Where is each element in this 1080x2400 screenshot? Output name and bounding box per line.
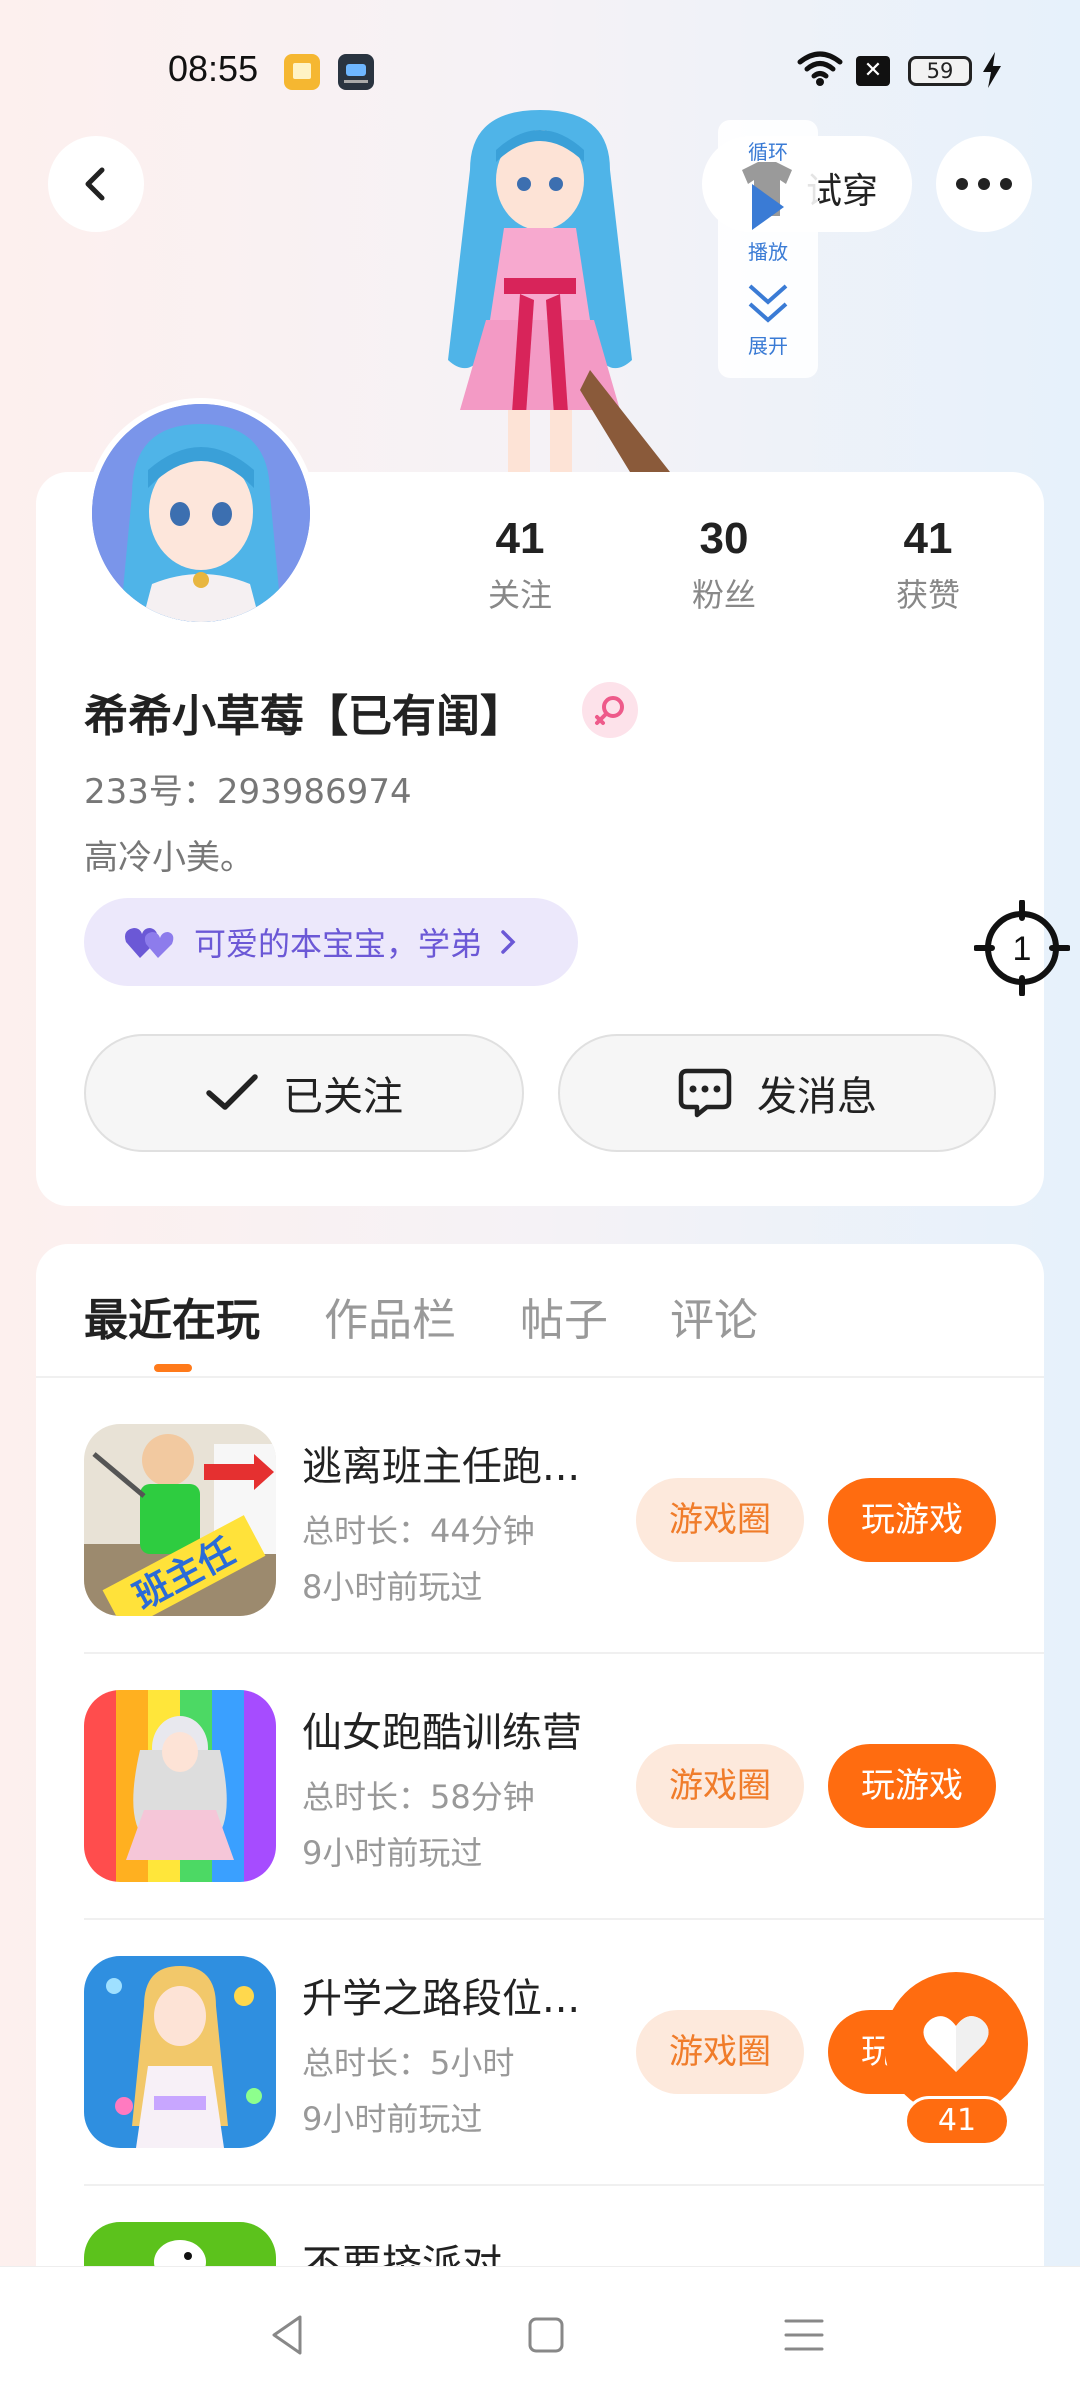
animation-player-panel: 循环 播放 展开	[718, 120, 818, 378]
active-tab-indicator	[154, 1364, 192, 1372]
relation-tag-button[interactable]: 可爱的本宝宝，学弟	[84, 898, 578, 986]
game-circle-button[interactable]: 游戏圈	[636, 2010, 804, 2094]
reader-app-icon	[284, 54, 320, 90]
play-game-button[interactable]: 玩游戏	[828, 1744, 996, 1828]
row-divider	[84, 1652, 1044, 1654]
game-duration: 总时长：58分钟	[302, 1778, 535, 1816]
stat-likes-value: 41	[903, 514, 953, 563]
game-title: 升学之路段位...	[302, 1976, 581, 2022]
game-thumbnail[interactable]	[84, 1956, 276, 2148]
play-icon[interactable]	[748, 182, 788, 232]
play-label[interactable]: 播放	[718, 236, 818, 265]
row-divider	[84, 2184, 1044, 2186]
chat-bubble-icon	[678, 1068, 732, 1118]
stat-following-value: 41	[495, 514, 545, 563]
stat-followers-value: 30	[699, 514, 749, 563]
list-item[interactable]: 仙女跑酷训练营 总时长：58分钟 9小时前玩过 游戏圈 玩游戏	[84, 1690, 1044, 1882]
wifi-icon	[797, 51, 843, 86]
game-circle-button[interactable]: 游戏圈	[636, 1744, 804, 1828]
play-game-button[interactable]: 玩游戏	[828, 1478, 996, 1562]
stat-following-label: 关注	[487, 576, 552, 614]
bio: 高冷小美。	[84, 838, 254, 878]
chevron-right-icon	[501, 930, 516, 954]
like-count-badge: 41	[904, 2096, 1010, 2146]
checkmark-icon	[206, 1074, 258, 1110]
tab-recently-played[interactable]: 最近在玩	[84, 1284, 260, 1348]
followed-label: 已关注	[283, 1074, 403, 1120]
list-item[interactable]: 不要挤派对	[84, 2222, 1044, 2266]
avatar-character-image[interactable]	[400, 110, 680, 472]
like-button[interactable]	[884, 1972, 1028, 2116]
female-gender-icon	[582, 682, 638, 738]
status-time: 08:55	[168, 48, 259, 89]
expand-label[interactable]: 展开	[718, 330, 818, 359]
game-title: 逃离班主任跑...	[302, 1444, 581, 1490]
system-navigation-bar	[0, 2266, 1080, 2400]
expand-chevrons-icon[interactable]	[744, 280, 792, 328]
close-box-icon: ✕	[856, 56, 890, 86]
tab-posts[interactable]: 帖子	[520, 1284, 608, 1348]
stat-likes-label: 获赞	[895, 576, 960, 614]
game-last-played: 9小时前玩过	[302, 2100, 483, 2138]
double-heart-icon	[125, 928, 174, 958]
game-app-icon	[338, 54, 374, 90]
tab-works[interactable]: 作品栏	[324, 1284, 456, 1348]
row-divider	[84, 1918, 1044, 1920]
back-button[interactable]	[48, 136, 144, 232]
more-button[interactable]	[936, 136, 1032, 232]
relation-tag-label: 可爱的本宝宝，学弟	[194, 925, 483, 963]
list-item[interactable]: 班主任 逃离班主任跑... 总时长：44分钟 8小时前玩过 游戏圈 玩游戏	[84, 1424, 1044, 1616]
tab-divider	[36, 1376, 1044, 1378]
game-duration: 总时长：5小时	[302, 2044, 515, 2082]
game-thumbnail[interactable]	[84, 1690, 276, 1882]
user-id: 233号：293986974	[84, 772, 412, 812]
stat-following[interactable]: 41 关注	[440, 514, 600, 616]
battery-icon: 59	[908, 56, 972, 86]
avatar[interactable]	[86, 398, 316, 628]
crosshair-target-icon[interactable]: 1	[974, 900, 1070, 996]
game-circle-button[interactable]: 游戏圈	[636, 1478, 804, 1562]
game-thumbnail[interactable]: 班主任	[84, 1424, 276, 1616]
stat-followers-label: 粉丝	[691, 576, 756, 614]
more-dots-icon	[956, 178, 1012, 190]
game-duration: 总时长：44分钟	[302, 1512, 535, 1550]
send-message-button[interactable]: 发消息	[558, 1034, 996, 1152]
nav-home-icon[interactable]	[522, 2311, 570, 2359]
nav-back-icon[interactable]	[264, 2311, 312, 2359]
game-thumbnail[interactable]	[84, 2222, 276, 2266]
chevron-left-icon	[85, 167, 105, 201]
tab-comments[interactable]: 评论	[670, 1284, 758, 1348]
username: 希希小草莓【已有闺】	[84, 691, 524, 742]
followed-button[interactable]: 已关注	[84, 1034, 524, 1152]
game-title: 仙女跑酷训练营	[302, 1710, 582, 1756]
game-last-played: 9小时前玩过	[302, 1834, 483, 1872]
heart-icon	[923, 2016, 989, 2072]
target-number: 1	[1013, 930, 1032, 968]
send-message-label: 发消息	[757, 1074, 877, 1120]
nav-menu-icon[interactable]	[780, 2311, 828, 2359]
stat-followers[interactable]: 30 粉丝	[644, 514, 804, 616]
game-last-played: 8小时前玩过	[302, 1568, 483, 1606]
charging-icon	[983, 52, 1001, 88]
stat-likes[interactable]: 41 获赞	[848, 514, 1008, 616]
game-title: 不要挤派对	[302, 2242, 502, 2266]
